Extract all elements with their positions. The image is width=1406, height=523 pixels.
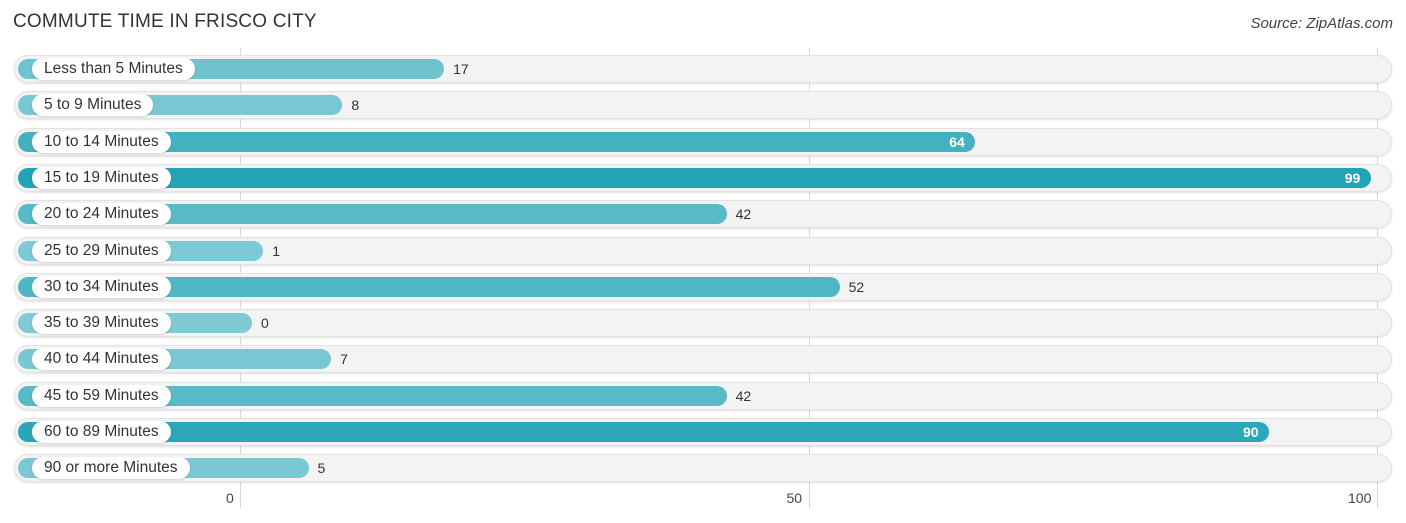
value-label: 17 (453, 61, 469, 77)
value-label: 42 (735, 387, 752, 404)
bar-row: 40 to 44 Minutes 7 (14, 345, 1392, 374)
category-label: 90 or more Minutes (32, 457, 190, 480)
category-label: Less than 5 Minutes (32, 58, 195, 80)
value-label: 64 (949, 133, 965, 150)
value-label: 1 (272, 242, 281, 259)
category-label: 15 to 19 Minutes (32, 166, 171, 189)
bar-row: 30 to 34 Minutes 52 (14, 272, 1392, 301)
category-label: 20 to 24 Minutes (32, 203, 171, 226)
bar-row: 15 to 19 Minutes 99 (14, 163, 1392, 192)
x-tick-label: 100 (1348, 490, 1372, 506)
bar-row: 25 to 29 Minutes 1 (14, 236, 1392, 265)
bar-row: 20 to 24 Minutes 42 (14, 200, 1392, 229)
bar-row: 5 to 9 Minutes 8 (14, 91, 1392, 120)
value-label: 99 (1344, 169, 1361, 186)
value-label: 90 (1243, 424, 1259, 440)
category-label: 40 to 44 Minutes (32, 348, 171, 371)
category-label: 30 to 34 Minutes (32, 275, 171, 298)
bar-row: Less than 5 Minutes 17 (14, 55, 1392, 83)
bar[interactable] (18, 422, 1269, 442)
bar[interactable] (18, 167, 1371, 188)
value-label: 52 (848, 278, 865, 295)
value-label: 5 (317, 460, 326, 477)
x-tick-label: 50 (786, 490, 803, 506)
source-label: Source: ZipAtlas.com (1250, 15, 1393, 32)
bar-row: 45 to 59 Minutes 42 (14, 381, 1392, 410)
category-label: 10 to 14 Minutes (32, 130, 171, 153)
category-label: 5 to 9 Minutes (32, 94, 154, 117)
category-label: 45 to 59 Minutes (32, 384, 171, 407)
bar-row: 90 or more Minutes 5 (14, 454, 1392, 483)
category-label: 35 to 39 Minutes (32, 312, 171, 335)
value-label: 42 (735, 206, 752, 223)
chart-title: COMMUTE TIME IN FRISCO CITY (13, 11, 317, 32)
category-label: 25 to 29 Minutes (32, 239, 171, 262)
bar-row: 10 to 14 Minutes 64 (14, 127, 1392, 156)
bar-row: 35 to 39 Minutes 0 (14, 309, 1392, 338)
value-label: 0 (261, 315, 269, 332)
value-label: 8 (351, 97, 360, 114)
value-label: 7 (340, 351, 348, 368)
x-tick-label: 0 (226, 490, 234, 506)
category-label: 60 to 89 Minutes (32, 421, 171, 443)
bar-row: 60 to 89 Minutes 90 (14, 418, 1392, 446)
